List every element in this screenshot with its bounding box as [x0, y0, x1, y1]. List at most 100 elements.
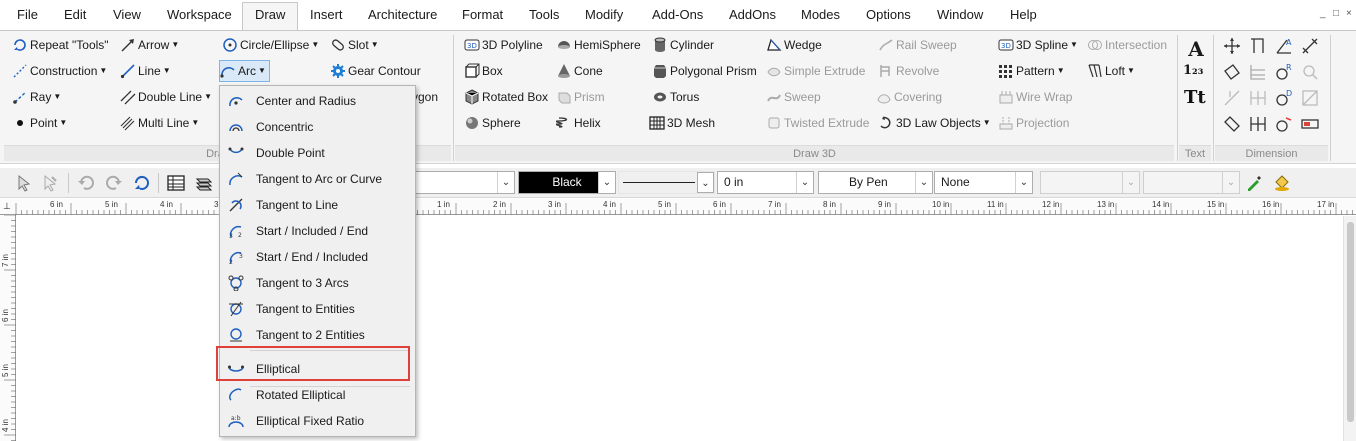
arc-tangent-entities-item[interactable]: Tangent to Entities	[222, 296, 413, 322]
dimension-chain-icon[interactable]	[1248, 88, 1268, 108]
dimension-continue-icon[interactable]	[1248, 114, 1268, 134]
dimension-move-icon[interactable]	[1222, 36, 1242, 56]
sphere-button[interactable]: Sphere	[464, 112, 521, 134]
repeat-tools-button[interactable]: Repeat "Tools"	[12, 34, 109, 56]
repeat-icon[interactable]	[132, 173, 152, 193]
law-objects-button[interactable]: 3D Law Objects ▼	[878, 112, 991, 134]
dimension-center-mark-icon[interactable]	[1300, 88, 1320, 108]
menu-help[interactable]: Help	[1010, 3, 1037, 30]
menu-insert[interactable]: Insert	[310, 3, 343, 30]
select-arrow-icon[interactable]	[14, 173, 34, 193]
polyline-3d-button[interactable]: 3D 3D Polyline	[464, 34, 543, 56]
line-button[interactable]: Line ▼	[120, 60, 171, 82]
arc-center-radius-item[interactable]: Center and Radius	[222, 88, 413, 114]
arc-double-point-item[interactable]: Double Point	[222, 140, 413, 166]
chevron-down-icon[interactable]: ⌄	[598, 172, 615, 193]
dimension-arc-length-icon[interactable]	[1274, 114, 1294, 134]
scale-select[interactable]: ⌄	[1143, 171, 1240, 194]
line-style-select[interactable]: ⌄	[618, 171, 715, 194]
dimension-ordinate-icon[interactable]	[1222, 88, 1242, 108]
gear-contour-button[interactable]: Gear Contour	[330, 60, 421, 82]
menu-format[interactable]: Format	[462, 3, 503, 30]
numbering-icon[interactable]: 1₂₃	[1183, 63, 1207, 87]
pen-select[interactable]: By Pen ⌄	[818, 171, 933, 194]
circle-ellipse-button[interactable]: Circle/Ellipse ▼	[222, 34, 319, 56]
double-line-button[interactable]: Double Line ▼	[120, 86, 212, 108]
edit-tool-icon[interactable]	[40, 173, 60, 193]
vertical-scrollbar[interactable]	[1343, 216, 1356, 441]
helix-button[interactable]: Helix	[556, 112, 601, 134]
eyedropper-icon[interactable]	[1244, 173, 1264, 193]
menu-edit[interactable]: Edit	[64, 3, 86, 30]
construction-button[interactable]: Construction ▼	[12, 60, 107, 82]
menu-window[interactable]: Window	[937, 3, 983, 30]
drawing-canvas[interactable]	[17, 216, 1339, 441]
pattern-button[interactable]: Pattern ▼	[998, 60, 1065, 82]
text-style-icon[interactable]: Tt	[1184, 87, 1208, 111]
prism-button[interactable]: Prism	[556, 86, 605, 108]
arrow-button[interactable]: Arrow ▼	[120, 34, 179, 56]
arc-tangent-2-entities-item[interactable]: Tangent to 2 Entities	[222, 322, 413, 348]
menu-architecture[interactable]: Architecture	[368, 3, 437, 30]
dimension-baseline-icon[interactable]	[1248, 62, 1268, 82]
chevron-down-icon[interactable]: ⌄	[497, 172, 514, 193]
undo-icon[interactable]	[76, 173, 96, 193]
chevron-down-icon[interactable]: ⌄	[697, 172, 714, 193]
redo-icon[interactable]	[104, 173, 124, 193]
arc-tangent-3-arcs-item[interactable]: Tangent to 3 Arcs	[222, 270, 413, 296]
menu-file[interactable]: File	[17, 3, 38, 30]
twisted-extrude-button[interactable]: Twisted Extrude	[766, 112, 869, 134]
menu-add-ons[interactable]: Add-Ons	[652, 3, 703, 30]
hemisphere-button[interactable]: HemiSphere	[556, 34, 641, 56]
dimension-tolerance-icon[interactable]	[1300, 114, 1320, 134]
table-icon[interactable]	[166, 173, 186, 193]
restore-button[interactable]: □	[1333, 8, 1339, 19]
menu-modes[interactable]: Modes	[801, 3, 840, 30]
minimize-button[interactable]: _	[1320, 8, 1326, 19]
dimension-radius-icon[interactable]: R	[1274, 62, 1294, 82]
text-icon[interactable]: A	[1184, 37, 1208, 61]
multi-line-button[interactable]: Multi Line ▼	[120, 112, 199, 134]
torus-button[interactable]: Torus	[652, 86, 699, 108]
covering-button[interactable]: Covering	[876, 86, 942, 108]
dimension-diameter-icon[interactable]: D	[1274, 88, 1294, 108]
dimension-aligned-icon[interactable]	[1300, 36, 1320, 56]
rail-sweep-button[interactable]: Rail Sweep	[878, 34, 957, 56]
close-button[interactable]: ×	[1346, 8, 1352, 19]
dimension-vertical-icon[interactable]	[1248, 36, 1268, 56]
arc-tangent-line-item[interactable]: Tangent to Line	[222, 192, 413, 218]
box-button[interactable]: Box	[464, 60, 503, 82]
dimension-angular-icon[interactable]: A	[1274, 36, 1294, 56]
cylinder-button[interactable]: Cylinder	[652, 34, 714, 56]
polygonal-prism-button[interactable]: Polygonal Prism	[652, 60, 757, 82]
arc-start-included-end-item[interactable]: 32 Start / Included / End	[222, 218, 413, 244]
projection-button[interactable]: Projection	[998, 112, 1069, 134]
menu-tools[interactable]: Tools	[529, 3, 559, 30]
arc-concentric-item[interactable]: Concentric	[222, 114, 413, 140]
chevron-down-icon[interactable]: ⌄	[796, 172, 813, 193]
wedge-button[interactable]: Wedge	[766, 34, 822, 56]
pattern-select[interactable]: ⌄	[1040, 171, 1140, 194]
chevron-down-icon[interactable]: ⌄	[915, 172, 932, 193]
menu-workspace[interactable]: Workspace	[167, 3, 232, 30]
wire-wrap-button[interactable]: Wire Wrap	[998, 86, 1072, 108]
simple-extrude-button[interactable]: Simple Extrude	[766, 60, 865, 82]
menu-draw[interactable]: Draw	[242, 2, 299, 30]
dimension-rotated-icon[interactable]	[1222, 62, 1242, 82]
menu-modify[interactable]: Modify	[585, 3, 623, 30]
lineweight-select[interactable]: 0 in ⌄	[717, 171, 814, 194]
arc-tangent-curve-item[interactable]: Tangent to Arc or Curve	[222, 166, 413, 192]
loft-button[interactable]: Loft ▼	[1087, 60, 1135, 82]
ruler-origin-icon[interactable]: ⊥	[3, 201, 11, 212]
mesh-3d-button[interactable]: 3D Mesh	[649, 112, 715, 134]
revolve-button[interactable]: Revolve	[878, 60, 939, 82]
chevron-down-icon[interactable]: ⌄	[1015, 172, 1032, 193]
arc-button[interactable]: Arc ▼	[219, 60, 270, 82]
chevron-down-icon[interactable]: ⌄	[1122, 172, 1139, 193]
point-button[interactable]: Point ▼	[12, 112, 67, 134]
slot-button[interactable]: Slot ▼	[330, 34, 379, 56]
fill-select[interactable]: None ⌄	[934, 171, 1033, 194]
spline-3d-button[interactable]: 3D 3D Spline ▼	[998, 34, 1078, 56]
ray-button[interactable]: Ray ▼	[12, 86, 61, 108]
paint-bucket-icon[interactable]	[1272, 173, 1292, 193]
